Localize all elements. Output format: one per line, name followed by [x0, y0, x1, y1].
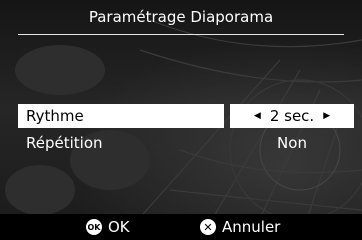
ok-button[interactable]: OK OK — [86, 216, 130, 238]
left-arrow-icon[interactable]: ◀ — [254, 111, 261, 121]
rythme-value: 2 sec. — [269, 107, 315, 125]
ok-button-icon: OK — [86, 219, 102, 235]
repetition-value[interactable]: Non — [230, 131, 354, 155]
repetition-label: Répétition — [26, 134, 103, 152]
slideshow-settings-screen: Paramétrage Diaporama Rythme ◀ 2 sec. ▶ … — [0, 0, 362, 240]
rythme-value-selector[interactable]: ◀ 2 sec. ▶ — [230, 104, 354, 128]
right-arrow-icon[interactable]: ▶ — [323, 111, 330, 121]
rythme-label: Rythme — [18, 104, 224, 128]
cancel-label: Annuler — [222, 218, 281, 236]
title-divider — [18, 34, 344, 35]
ok-label: OK — [108, 218, 130, 236]
page-title: Paramétrage Diaporama — [88, 8, 274, 26]
footer-bar: OK OK ✕ Annuler — [0, 214, 362, 240]
cross-circle-icon: ✕ — [200, 219, 216, 235]
repetition-setting-row[interactable]: Répétition Non — [18, 131, 354, 155]
cancel-button[interactable]: ✕ Annuler — [200, 216, 280, 238]
rythme-setting-row[interactable]: Rythme ◀ 2 sec. ▶ — [18, 104, 354, 128]
